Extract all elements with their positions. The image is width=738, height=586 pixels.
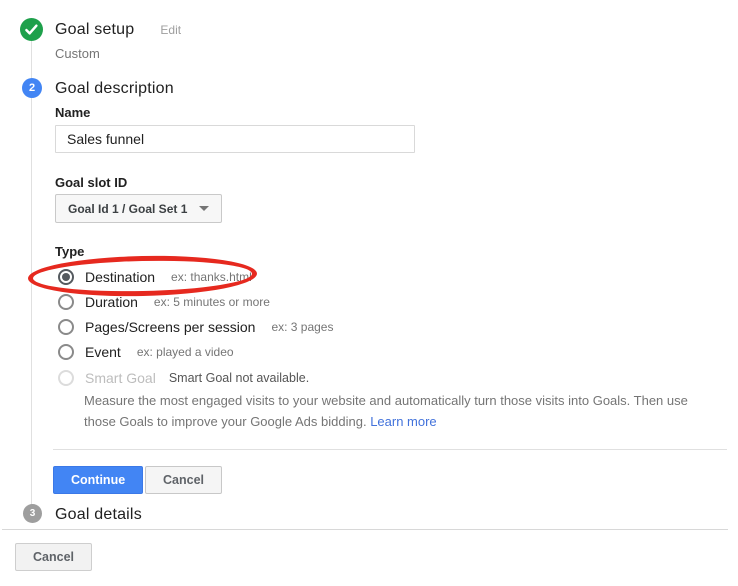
goal-slot-id-label: Goal slot ID	[55, 175, 127, 190]
edit-link[interactable]: Edit	[160, 23, 181, 37]
radio-hint: ex: thanks.html	[171, 270, 252, 284]
learn-more-link[interactable]: Learn more	[370, 414, 436, 429]
goal-setup-title: Goal setup	[55, 21, 134, 39]
radio-hint: ex: 3 pages	[271, 320, 333, 334]
step-3-badge: 3	[23, 504, 42, 523]
radio-label: Duration	[85, 294, 138, 310]
radio-icon[interactable]	[58, 344, 74, 360]
radio-disabled-icon	[58, 370, 74, 386]
goal-setup-subtitle: Custom	[55, 46, 100, 61]
goal-slot-dropdown[interactable]: Goal Id 1 / Goal Set 1	[55, 194, 222, 223]
radio-icon[interactable]	[58, 319, 74, 335]
radio-option-pages-per-session[interactable]: Pages/Screens per session ex: 3 pages	[58, 317, 333, 337]
section-divider	[53, 449, 727, 450]
radio-icon[interactable]	[58, 294, 74, 310]
radio-label: Pages/Screens per session	[85, 319, 255, 335]
step-2-badge: 2	[22, 78, 42, 98]
radio-label: Smart Goal	[85, 370, 156, 386]
footer-cancel-button[interactable]: Cancel	[15, 543, 92, 571]
radio-hint: ex: played a video	[137, 345, 234, 359]
type-label: Type	[55, 244, 84, 259]
step-complete-check-icon	[20, 18, 43, 41]
radio-option-destination[interactable]: Destination ex: thanks.html	[58, 267, 252, 287]
radio-label: Destination	[85, 269, 155, 285]
smart-goal-description: Measure the most engaged visits to your …	[84, 390, 712, 432]
continue-button[interactable]: Continue	[53, 466, 143, 494]
goal-setup-page: Goal setup Edit Custom 2 Goal descriptio…	[0, 0, 738, 586]
radio-hint: Smart Goal not available.	[169, 371, 309, 385]
goal-setup-header: Goal setup Edit	[55, 21, 181, 39]
step-connector-line	[31, 32, 32, 512]
name-label: Name	[55, 105, 90, 120]
goal-name-input[interactable]	[55, 125, 415, 153]
cancel-button[interactable]: Cancel	[145, 466, 222, 494]
goal-slot-dropdown-value: Goal Id 1 / Goal Set 1	[68, 202, 187, 216]
radio-label: Event	[85, 344, 121, 360]
goal-description-title: Goal description	[55, 80, 174, 98]
radio-option-duration[interactable]: Duration ex: 5 minutes or more	[58, 292, 270, 312]
radio-option-smart-goal: Smart Goal Smart Goal not available.	[58, 368, 309, 388]
bottom-divider	[2, 529, 728, 530]
dropdown-arrow-icon	[199, 206, 209, 211]
radio-option-event[interactable]: Event ex: played a video	[58, 342, 234, 362]
radio-selected-icon[interactable]	[58, 269, 74, 285]
goal-details-title: Goal details	[55, 506, 142, 524]
radio-hint: ex: 5 minutes or more	[154, 295, 270, 309]
